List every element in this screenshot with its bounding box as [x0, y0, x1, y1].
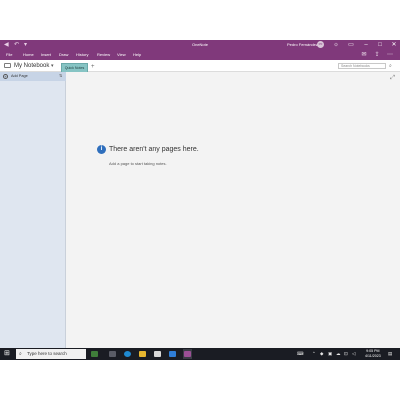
ribbon-more-icon[interactable]: ⋯ [386, 51, 394, 59]
tab-home[interactable]: Home [23, 52, 34, 58]
empty-state-subtitle: Add a page to start taking notes. [109, 161, 167, 166]
store-icon[interactable] [153, 349, 162, 359]
expand-icon[interactable]: ⤢ [390, 75, 395, 81]
news-widget-icon[interactable] [90, 349, 99, 359]
tab-file[interactable]: File [6, 52, 12, 58]
share-icon[interactable]: ⇪ [373, 51, 381, 59]
taskbar-clock[interactable]: 9:05 PM 4/11/2023 [365, 349, 381, 359]
onenote-taskbar-icon[interactable] [183, 349, 192, 359]
mail-icon[interactable] [168, 349, 177, 359]
title-bar: ◀ ↶ ▾ OneNote Pedro Fernández PF ☼ ▭ – □… [0, 40, 400, 50]
clock-date: 4/11/2023 [365, 354, 381, 358]
search-icon[interactable]: ⌕ [389, 62, 392, 70]
section-tab-quick-notes[interactable]: Quick Notes [61, 63, 88, 72]
notebook-icon[interactable] [4, 63, 11, 68]
search-icon: ⌕ [19, 351, 22, 357]
tab-review[interactable]: Review [97, 52, 110, 58]
notebook-bar: My Notebook ▾ Quick Notes + Search Noteb… [0, 60, 400, 72]
add-section-button[interactable]: + [91, 63, 95, 71]
info-icon: i [97, 145, 106, 154]
teams-icon[interactable]: ◆ [320, 351, 323, 357]
close-button[interactable]: ✕ [388, 40, 400, 50]
notification-center-icon[interactable]: ▤ [388, 351, 392, 357]
minimize-button[interactable]: – [360, 40, 372, 50]
restore-ribbon-icon[interactable]: ▭ [345, 40, 357, 50]
sort-icon[interactable]: ⇅ [59, 73, 62, 79]
tab-help[interactable]: Help [133, 52, 141, 58]
page-canvas[interactable]: ⤢ i There aren't any pages here. Add a p… [67, 72, 400, 360]
volume-icon[interactable]: ◁ [352, 351, 355, 357]
edge-icon[interactable] [123, 349, 132, 359]
avatar[interactable]: PF [317, 41, 324, 48]
tray-app-icon[interactable]: ▣ [328, 351, 332, 357]
chevron-down-icon[interactable]: ▾ [51, 62, 54, 70]
taskbar: ⊞ ⌕ Type here to search ⌨ ⌃ ◆ ▣ ☁ ⊡ ◁ 9:… [0, 348, 400, 360]
onenote-window: ◀ ↶ ▾ OneNote Pedro Fernández PF ☼ ▭ – □… [0, 40, 400, 360]
tab-insert[interactable]: Insert [41, 52, 51, 58]
page-list-pane: + Add Page ⇅ [0, 72, 66, 360]
search-input[interactable]: Search Notebooks [338, 63, 386, 69]
add-page-button[interactable]: + Add Page ⇅ [0, 72, 66, 81]
notifications-icon[interactable]: ✉ [360, 51, 368, 59]
maximize-button[interactable]: □ [374, 40, 386, 50]
chevron-up-icon[interactable]: ⌃ [312, 351, 316, 357]
windows-start-icon[interactable]: ⊞ [4, 350, 11, 357]
tab-history[interactable]: History [76, 52, 88, 58]
tab-draw[interactable]: Draw [59, 52, 68, 58]
keyboard-icon[interactable]: ⌨ [297, 351, 304, 357]
add-page-label: Add Page [11, 74, 28, 78]
file-explorer-icon[interactable] [138, 349, 147, 359]
notebook-name[interactable]: My Notebook [14, 62, 49, 70]
task-view-icon[interactable] [108, 349, 117, 359]
ribbon-tabs: File Home Insert Draw History Review Vie… [0, 50, 400, 60]
empty-state-title: There aren't any pages here. [109, 146, 199, 153]
tab-view[interactable]: View [117, 52, 126, 58]
lightbulb-icon[interactable]: ☼ [330, 40, 342, 50]
taskbar-search-input[interactable]: ⌕ Type here to search [16, 349, 86, 359]
taskbar-search-placeholder: Type here to search [27, 351, 67, 356]
cloud-icon[interactable]: ☁ [336, 351, 341, 357]
network-icon[interactable]: ⊡ [344, 351, 348, 357]
user-name[interactable]: Pedro Fernández [287, 42, 318, 48]
plus-circle-icon: + [3, 74, 8, 79]
